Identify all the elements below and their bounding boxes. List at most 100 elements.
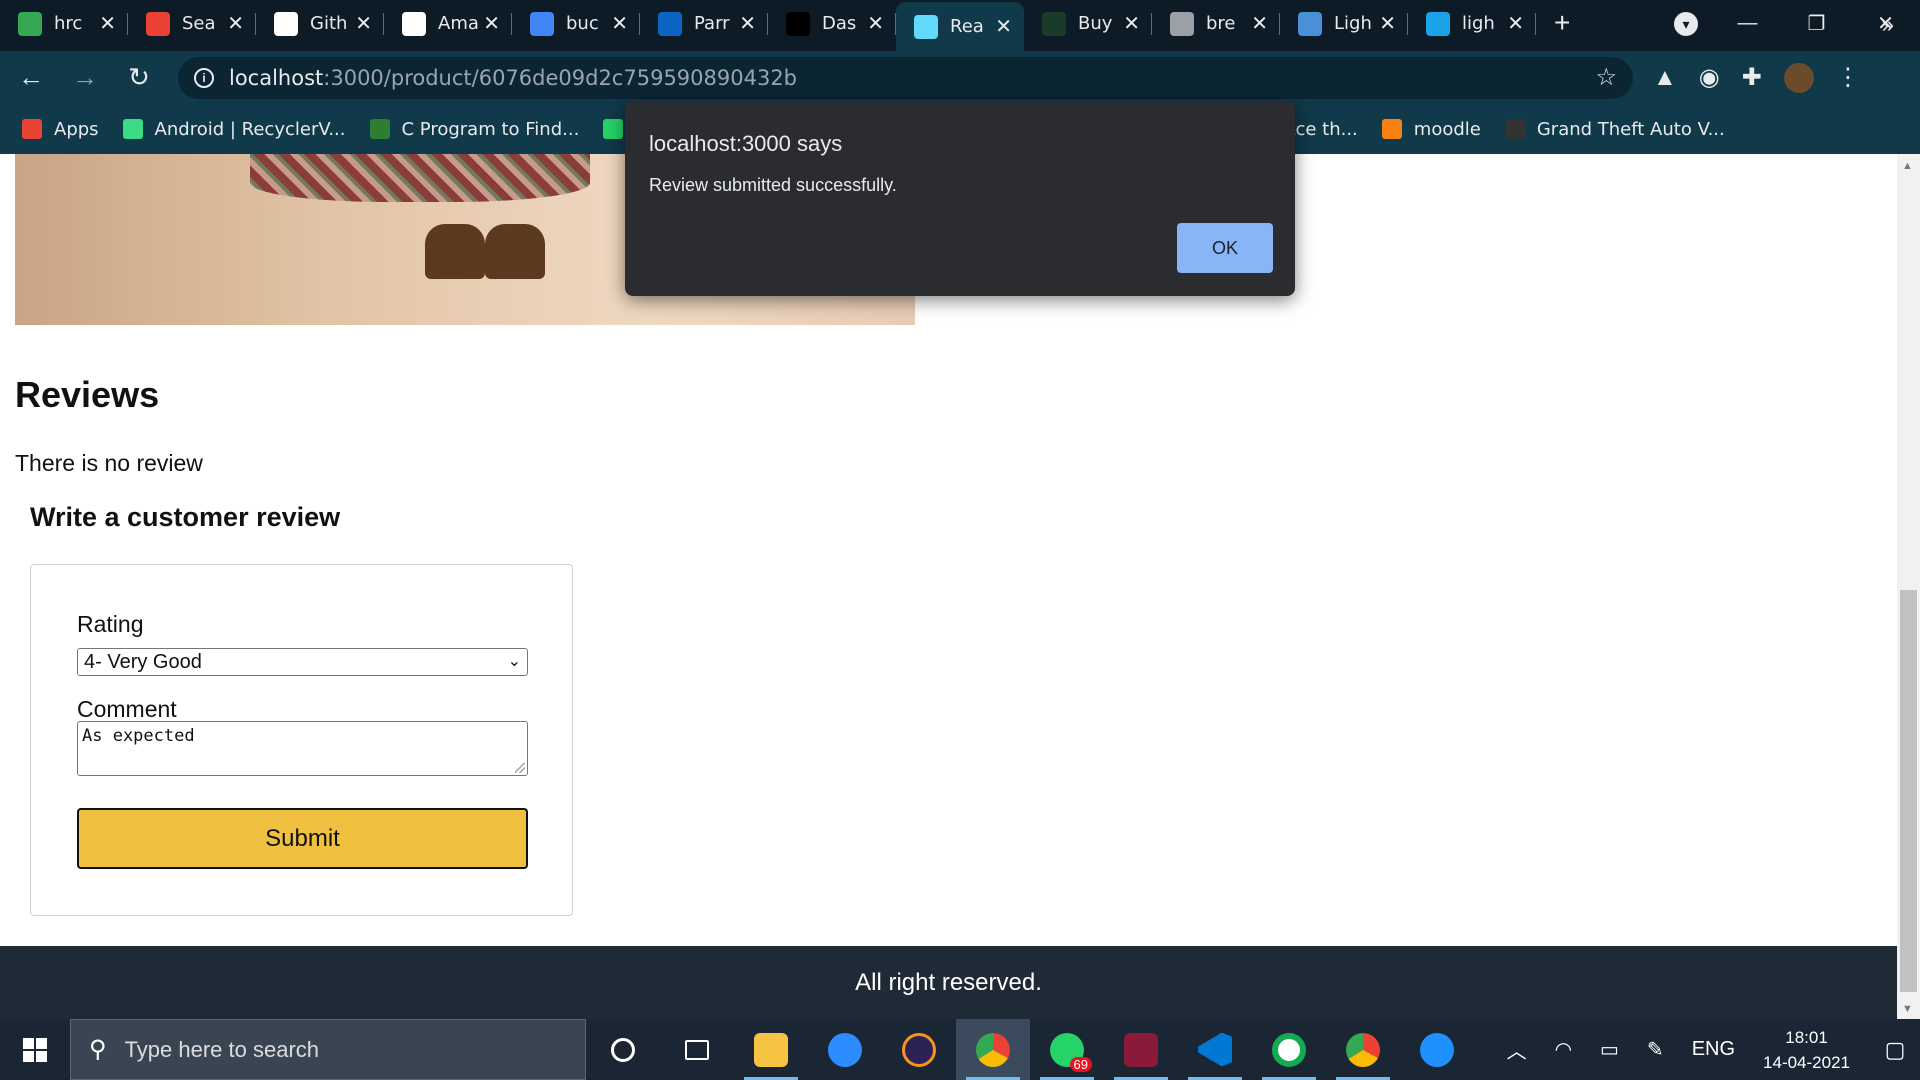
tab-title: Ligh (1334, 13, 1372, 34)
scrollbar-thumb[interactable] (1900, 590, 1917, 992)
comment-value: As expected (82, 726, 195, 746)
moodle-icon (1381, 119, 1402, 139)
resize-grip-icon[interactable] (515, 763, 525, 773)
new-tab-icon[interactable]: + (1554, 7, 1570, 39)
file-explorer-icon[interactable] (734, 1019, 808, 1080)
tab-close-icon[interactable]: ✕ (995, 14, 1012, 39)
profile-avatar[interactable] (1783, 62, 1814, 93)
winrar-icon[interactable] (1104, 1019, 1178, 1080)
browser-tab[interactable]: Ligh ✕ (1280, 2, 1408, 45)
bookmark-item[interactable]: Apps (22, 119, 99, 140)
site-info-icon[interactable]: i (194, 67, 214, 88)
tab-title: Parr (694, 13, 730, 34)
language-indicator[interactable]: ENG (1692, 1038, 1735, 1061)
page-scrollbar[interactable]: ▲ ▼ (1897, 154, 1920, 1019)
browser-tab[interactable]: Ama ✕ (384, 2, 512, 45)
eclipse-icon[interactable] (882, 1019, 956, 1080)
bookmark-item[interactable]: Android | RecyclerV... (122, 118, 346, 140)
bookmark-item[interactable]: Grand Theft Auto V... (1504, 118, 1725, 140)
chevron-down-icon: ⌄ (507, 653, 521, 670)
back-icon[interactable]: ← (8, 62, 54, 93)
taskbar-search[interactable]: ⚲ Type here to search (70, 1019, 586, 1080)
vscode-icon[interactable] (1178, 1019, 1252, 1080)
whatsapp-taskbar-icon[interactable]: 69 (1030, 1019, 1104, 1080)
extensions-puzzle-icon[interactable]: ✚ (1742, 63, 1762, 92)
start-button[interactable] (0, 1019, 70, 1080)
extension-cursor-icon[interactable]: ◉ (1699, 63, 1720, 92)
minimize-icon[interactable]: — (1713, 12, 1782, 35)
tab-close-icon[interactable]: ✕ (739, 11, 756, 36)
restore-icon[interactable]: ❐ (1782, 11, 1851, 36)
browser-tab[interactable]: Buy ✕ (1024, 2, 1152, 45)
alert-dialog: localhost:3000 says Review submitted suc… (625, 101, 1295, 296)
browser-tab[interactable]: Das ✕ (768, 2, 896, 45)
dashboard-icon (786, 11, 810, 36)
bookmark-item[interactable]: C Program to Find... (369, 119, 579, 140)
browser-tab[interactable]: ligh ✕ (1408, 2, 1536, 45)
tab-close-icon[interactable]: ✕ (99, 11, 116, 36)
scroll-down-icon[interactable]: ▼ (1902, 1003, 1913, 1015)
system-tray: ︿ ◠ ▭ ✎ ENG 18:01 14-04-2021 ▢ (1493, 1025, 1920, 1075)
tab-close-icon[interactable]: ✕ (1251, 11, 1268, 36)
tab-close-icon[interactable]: ✕ (355, 11, 372, 36)
tab-close-icon[interactable]: ✕ (1507, 11, 1524, 36)
forward-icon[interactable]: → (62, 62, 108, 93)
tab-close-icon[interactable]: ✕ (1379, 11, 1396, 36)
browser-tab[interactable]: buc ✕ (512, 2, 640, 45)
address-bar[interactable]: i localhost:3000/product/6076de09d2c7595… (178, 56, 1633, 99)
extension-mountain-icon[interactable]: ▲ (1653, 64, 1677, 92)
tab-title: Buy (1078, 13, 1113, 34)
tab-close-icon[interactable]: ✕ (611, 11, 628, 36)
tab-search-icon[interactable]: ▾ (1674, 12, 1698, 36)
apps-grid-icon (22, 119, 42, 139)
browser-tab[interactable]: Parr ✕ (640, 2, 768, 45)
bookmark-label: Android | RecyclerV... (154, 118, 346, 140)
cortana-icon[interactable] (586, 1019, 660, 1080)
chrome-icon[interactable] (956, 1019, 1030, 1080)
reload-icon[interactable]: ↻ (116, 62, 162, 93)
browser-tab[interactable]: Rea ✕ (896, 2, 1024, 51)
bookmark-label: moodle (1413, 118, 1481, 140)
rating-select[interactable]: 4- Very Good ⌄ (77, 648, 528, 676)
footer: All right reserved. (0, 946, 1897, 1019)
clock[interactable]: 18:01 14-04-2021 (1763, 1025, 1850, 1075)
submit-button[interactable]: Submit (77, 808, 528, 869)
dialog-ok-button[interactable]: OK (1177, 223, 1273, 273)
mongodb-compass-icon[interactable] (1252, 1019, 1326, 1080)
tab-close-icon[interactable]: ✕ (1123, 11, 1140, 36)
taskbar-search-placeholder: Type here to search (124, 1036, 320, 1062)
browser-tab[interactable]: hrc ✕ (0, 2, 128, 45)
task-view-icon[interactable] (660, 1019, 734, 1080)
zoom-icon[interactable] (808, 1019, 882, 1080)
bookmark-item[interactable]: moodle (1381, 118, 1481, 140)
pen-icon[interactable]: ✎ (1647, 1037, 1664, 1062)
rating-select-value: 4- Very Good (84, 651, 202, 673)
scroll-up-icon[interactable]: ▲ (1902, 160, 1913, 172)
tab-title: ligh (1462, 13, 1495, 34)
write-review-heading: Write a customer review (30, 502, 341, 532)
show-hidden-icons-icon[interactable]: ︿ (1507, 1035, 1527, 1064)
extensions-area: ▲ ◉ ✚ ⋮ (1653, 62, 1860, 93)
browser-tab[interactable]: Gith ✕ (256, 2, 384, 45)
bookmark-site-icon (369, 119, 390, 139)
product-image-boot (485, 224, 545, 279)
notifications-icon[interactable]: ▢ (1870, 1037, 1920, 1063)
battery-icon[interactable]: ▭ (1600, 1037, 1619, 1062)
tab-close-icon[interactable]: ✕ (867, 11, 884, 36)
chrome-profile-icon[interactable] (1326, 1019, 1400, 1080)
browser-tab[interactable]: Sea ✕ (128, 2, 256, 45)
url-text[interactable]: localhost:3000/product/6076de09d2c759590… (229, 66, 797, 90)
bookmarks-overflow-icon[interactable]: » (1882, 12, 1894, 38)
bookmark-label: Grand Theft Auto V... (1536, 118, 1725, 140)
comment-textarea[interactable]: As expected (77, 721, 528, 776)
bookmark-star-icon[interactable]: ☆ (1595, 63, 1617, 92)
help-icon[interactable] (1400, 1019, 1474, 1080)
tab-close-icon[interactable]: ✕ (483, 11, 500, 36)
wifi-icon[interactable]: ◠ (1555, 1037, 1572, 1062)
tab-close-icon[interactable]: ✕ (227, 11, 244, 36)
browser-tab[interactable]: bre ✕ (1152, 2, 1280, 45)
rating-label: Rating (77, 611, 144, 637)
tab-title: hrc (54, 13, 83, 34)
product-image-dress (250, 154, 590, 202)
menu-kebab-icon[interactable]: ⋮ (1836, 63, 1860, 92)
